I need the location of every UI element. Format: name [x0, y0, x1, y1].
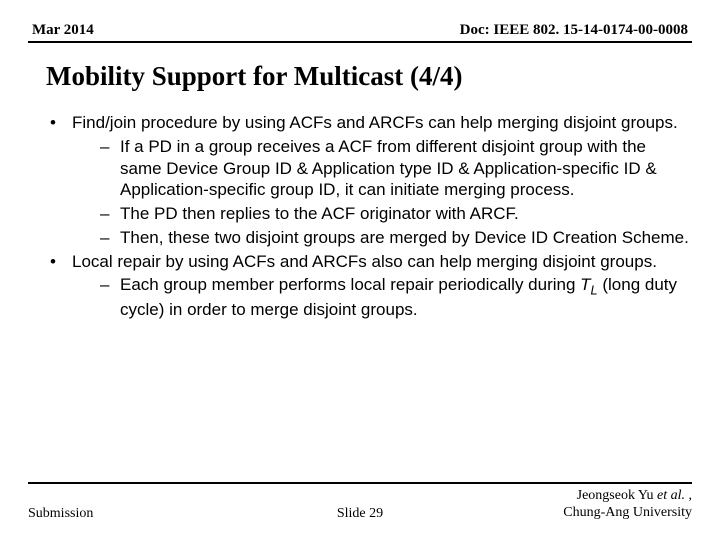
- bullet-text: Local repair by using ACFs and ARCFs als…: [72, 252, 657, 271]
- header-date: Mar 2014: [32, 22, 94, 39]
- sub-bullet: Each group member performs local repair …: [100, 274, 692, 320]
- footer-rule: [28, 482, 692, 484]
- sub-bullet: The PD then replies to the ACF originato…: [100, 203, 692, 225]
- slide: Mar 2014 Doc: IEEE 802. 15-14-0174-00-00…: [0, 0, 720, 540]
- footer: Submission Slide 29 Jeongseok Yu et al. …: [28, 488, 692, 522]
- bullet-item: Local repair by using ACFs and ARCFs als…: [50, 251, 692, 321]
- footer-author: Jeongseok Yu et al. ,: [563, 488, 692, 505]
- header-bar: Mar 2014 Doc: IEEE 802. 15-14-0174-00-00…: [28, 22, 692, 43]
- bullet-text: Find/join procedure by using ACFs and AR…: [72, 113, 678, 132]
- body-text: Find/join procedure by using ACFs and AR…: [28, 112, 692, 321]
- slide-title: Mobility Support for Multicast (4/4): [46, 61, 692, 92]
- header-doc: Doc: IEEE 802. 15-14-0174-00-0008: [460, 22, 688, 39]
- bullet-item: Find/join procedure by using ACFs and AR…: [50, 112, 692, 249]
- sub-bullet: Then, these two disjoint groups are merg…: [100, 227, 692, 249]
- sub-bullet: If a PD in a group receives a ACF from d…: [100, 136, 692, 201]
- footer-center: Slide 29: [28, 506, 692, 522]
